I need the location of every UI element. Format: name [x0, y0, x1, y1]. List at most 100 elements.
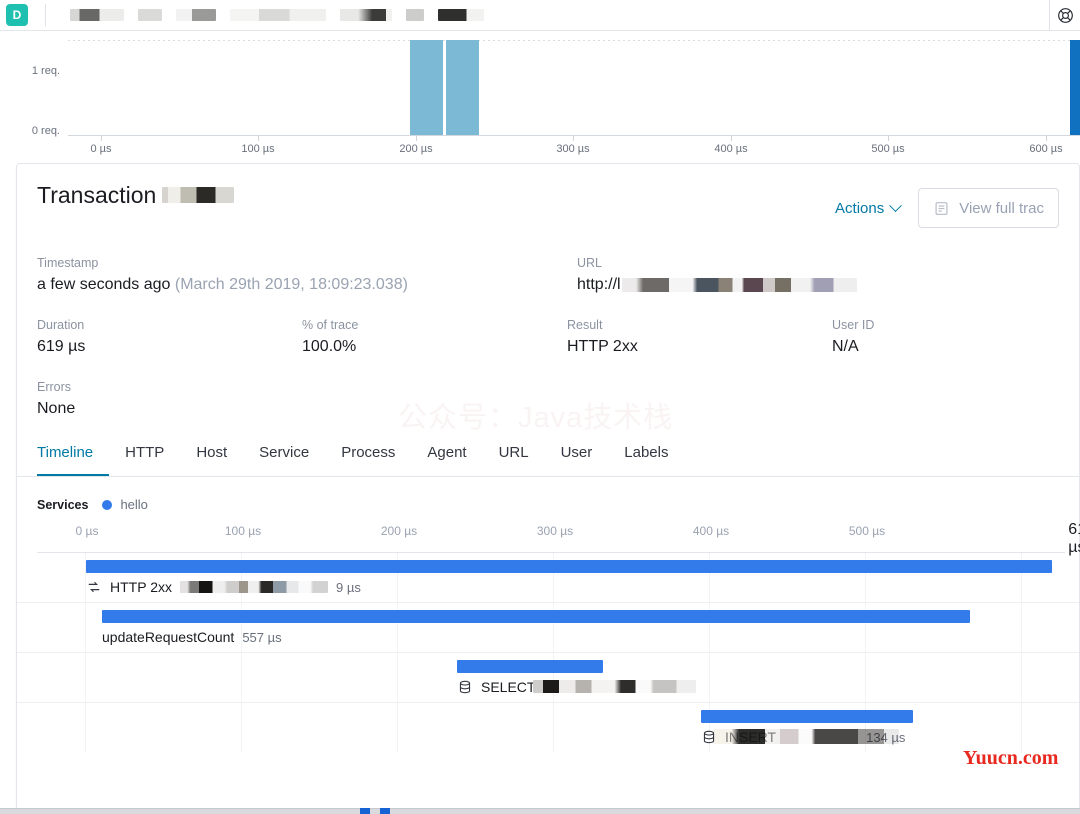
grid-column — [865, 653, 866, 702]
nav-item-redacted[interactable] — [176, 9, 216, 21]
services-legend: Services hello — [17, 477, 1079, 512]
view-full-trace-button[interactable]: View full trac — [918, 188, 1059, 228]
service-legend-item[interactable]: hello — [102, 497, 148, 512]
histogram-xtick-label: 0 µs — [90, 143, 112, 155]
waterfall-axis: 0 µs 100 µs 200 µs 300 µs 400 µs 500 µs … — [76, 521, 1080, 556]
user-id-value: N/A — [832, 338, 859, 355]
histogram-bar[interactable] — [410, 40, 443, 135]
percent-of-trace-label: % of trace — [302, 318, 359, 332]
table-row[interactable]: SELECT FROM stats — [17, 653, 1079, 703]
histogram-tick — [101, 136, 102, 141]
waterfall-tick-label: 0 µs — [75, 524, 99, 538]
table-row[interactable]: HTTP 2xx 9 µs — [17, 553, 1079, 603]
histogram-tick — [573, 136, 574, 141]
timestamp-value: a few seconds ago (March 29th 2019, 18:0… — [37, 276, 577, 294]
span-bar[interactable] — [701, 710, 913, 723]
transaction-icon — [86, 580, 102, 594]
span-name: updateRequestCount — [102, 629, 235, 645]
url-redacted — [621, 278, 857, 292]
span-bar[interactable] — [102, 610, 970, 623]
tab-process[interactable]: Process — [325, 430, 411, 476]
tab-service[interactable]: Service — [243, 430, 325, 476]
span-name: INSERT — [713, 729, 899, 745]
duration-field: Duration 619 µs — [37, 318, 302, 356]
duration-value: 619 µs — [37, 338, 86, 355]
result-value: HTTP 2xx — [567, 338, 638, 355]
bottom-status-strip — [0, 808, 1080, 814]
histogram-axis — [68, 135, 1080, 136]
tab-host[interactable]: Host — [180, 430, 243, 476]
nav-item-redacted[interactable] — [340, 9, 392, 21]
nav-item-redacted[interactable] — [70, 9, 124, 21]
top-nav-bar: D — [0, 0, 1080, 31]
histogram-xtick-label: 600 µs — [1029, 143, 1063, 155]
span-name-redacted — [179, 581, 328, 593]
nav-item-redacted[interactable] — [438, 9, 484, 21]
span-name-redaction-overlay — [533, 680, 696, 693]
grid-column — [1021, 603, 1022, 652]
nav-divider — [45, 4, 46, 26]
waterfall-tick-label: 400 µs — [692, 524, 730, 538]
life-ring-icon[interactable] — [1050, 7, 1080, 24]
tab-url[interactable]: URL — [483, 430, 545, 476]
metadata-row-3: Errors None — [37, 380, 1059, 418]
grid-column — [241, 703, 242, 753]
transaction-detail-card: Transaction Actions View full trac Times… — [16, 163, 1080, 814]
errors-value: None — [37, 400, 76, 417]
tab-labels[interactable]: Labels — [608, 430, 684, 476]
grid-column — [1021, 703, 1022, 753]
table-row[interactable]: INSERT 134 µs — [17, 703, 1079, 753]
actions-button[interactable]: Actions — [835, 198, 903, 217]
waterfall-rows: HTTP 2xx 9 µs updateRequestCount 557 µs — [17, 553, 1079, 753]
user-id-label: User ID — [832, 318, 875, 332]
page-title-prefix: Transaction — [37, 182, 157, 208]
service-color-dot — [102, 499, 113, 510]
span-label: HTTP 2xx 9 µs — [86, 579, 361, 595]
trace-waterfall: 0 µs 100 µs 200 µs 300 µs 400 µs 500 µs … — [17, 521, 1080, 753]
nav-item-redacted[interactable] — [138, 9, 162, 21]
tab-http[interactable]: HTTP — [109, 430, 180, 476]
percent-of-trace-value: 100.0% — [302, 338, 357, 355]
span-label: updateRequestCount 557 µs — [102, 629, 282, 645]
transaction-metadata: Timestamp a few seconds ago (March 29th … — [17, 228, 1079, 418]
span-bar[interactable] — [86, 560, 1052, 573]
span-bar[interactable] — [457, 660, 603, 673]
header-actions: Actions View full trac — [835, 182, 1059, 228]
timestamp-absolute: (March 29th 2019, 18:09:23.038) — [174, 276, 408, 293]
tab-timeline[interactable]: Timeline — [37, 430, 110, 476]
histogram-bar[interactable] — [446, 40, 479, 135]
result-field: Result HTTP 2xx — [567, 318, 832, 356]
grid-column — [85, 603, 86, 652]
card-header: Transaction Actions View full trac — [17, 164, 1079, 228]
duration-label: Duration — [37, 318, 85, 332]
waterfall-tick-label: 300 µs — [536, 524, 574, 538]
service-name: hello — [120, 497, 148, 512]
waterfall-tick-label: 100 µs — [224, 524, 262, 538]
errors-field: Errors None — [37, 380, 302, 418]
nav-items-redacted — [70, 9, 484, 21]
waterfall-tick-label: 500 µs — [848, 524, 886, 538]
tab-user[interactable]: User — [545, 430, 609, 476]
histogram-bar-selected[interactable] — [1070, 40, 1080, 135]
app-logo[interactable]: D — [6, 4, 28, 26]
url-field: URL http://l — [577, 256, 857, 294]
url-text: http://l — [577, 276, 621, 293]
actions-button-label: Actions — [835, 199, 885, 217]
span-label: INSERT 134 µs — [701, 729, 905, 745]
histogram-ylabel-bottom: 0 req. — [31, 125, 60, 137]
services-label: Services — [37, 497, 89, 512]
histogram-xtick-label: 500 µs — [871, 143, 905, 155]
timestamp-relative: a few seconds ago — [37, 276, 171, 293]
nav-item-redacted[interactable] — [406, 9, 424, 21]
table-row[interactable]: updateRequestCount 557 µs — [17, 603, 1079, 653]
latency-histogram[interactable]: 1 req. 0 req. 0 µs 100 µs 200 µs 300 µs … — [0, 31, 1080, 155]
waterfall-tick-label: 200 µs — [380, 524, 418, 538]
nav-item-redacted[interactable] — [230, 9, 326, 21]
grid-column — [241, 653, 242, 702]
view-full-trace-label: View full trac — [959, 199, 1044, 217]
database-icon — [457, 680, 473, 694]
grid-column — [1021, 653, 1022, 702]
grid-column — [553, 703, 554, 753]
document-icon — [933, 201, 949, 216]
tab-agent[interactable]: Agent — [411, 430, 482, 476]
